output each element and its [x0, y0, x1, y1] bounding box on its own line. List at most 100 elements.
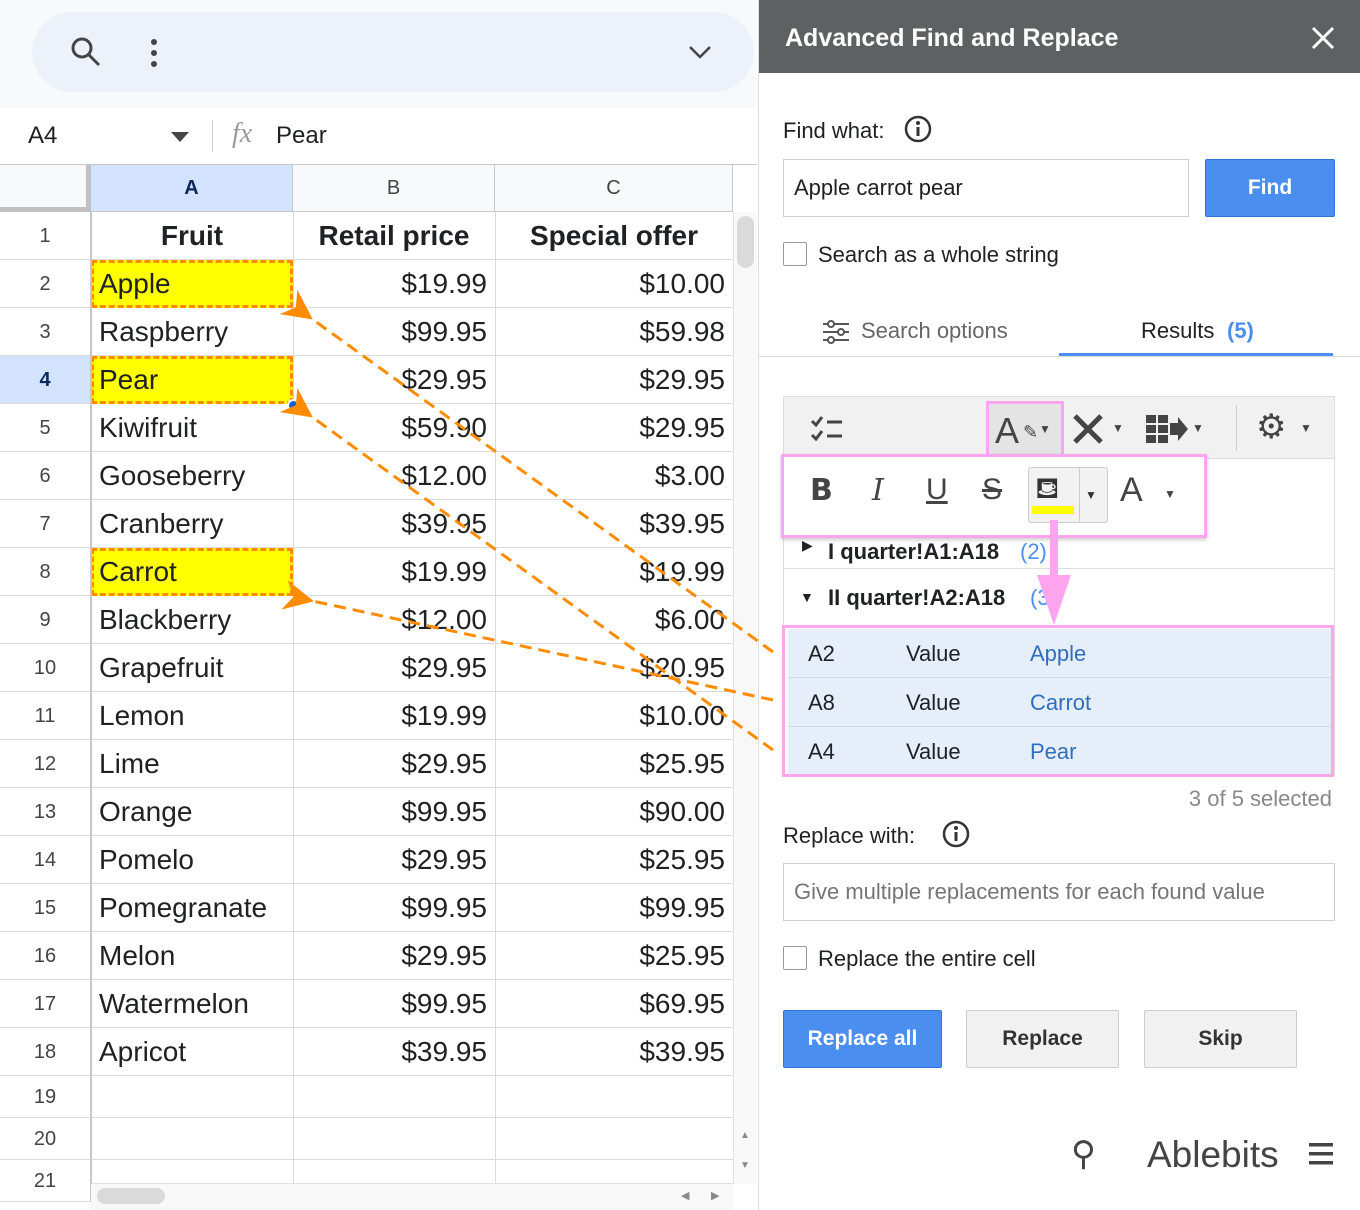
- dropdown-arrow-icon[interactable]: ▼: [1085, 488, 1097, 502]
- special-offer-cell[interactable]: $19.99: [495, 548, 733, 596]
- retail-price-cell[interactable]: $99.95: [293, 788, 495, 836]
- row-header[interactable]: 11: [0, 692, 91, 740]
- row-header[interactable]: 5: [0, 404, 91, 452]
- checklist-icon[interactable]: [810, 415, 844, 441]
- special-offer-cell[interactable]: $90.00: [495, 788, 733, 836]
- entire-cell-checkbox[interactable]: [783, 946, 807, 970]
- fruit-cell[interactable]: Lemon: [91, 692, 293, 740]
- row-header[interactable]: 21: [0, 1160, 91, 1202]
- column-header-c[interactable]: C: [495, 165, 733, 212]
- header-cell[interactable]: Special offer: [495, 212, 733, 260]
- fruit-cell[interactable]: Carrot: [91, 548, 293, 596]
- fruit-cell[interactable]: Blackberry: [91, 596, 293, 644]
- retail-price-cell[interactable]: $59.90: [293, 404, 495, 452]
- fruit-cell[interactable]: Kiwifruit: [91, 404, 293, 452]
- dropdown-arrow-icon[interactable]: ▼: [1164, 487, 1176, 501]
- row-header[interactable]: 1: [0, 212, 91, 260]
- export-icon[interactable]: [1146, 415, 1188, 443]
- retail-price-cell[interactable]: $29.95: [293, 644, 495, 692]
- fruit-cell[interactable]: Apple: [91, 260, 293, 308]
- menu-icon[interactable]: [1309, 1143, 1333, 1165]
- special-offer-cell[interactable]: $25.95: [495, 836, 733, 884]
- horizontal-scrollbar[interactable]: ◀ ▶: [91, 1183, 733, 1210]
- fill-handle[interactable]: [287, 399, 300, 412]
- more-vert-icon[interactable]: [148, 38, 160, 68]
- scroll-right-icon[interactable]: ▶: [711, 1189, 719, 1202]
- retail-price-cell[interactable]: $39.95: [293, 500, 495, 548]
- scrollbar-thumb[interactable]: [737, 216, 754, 268]
- retail-price-cell[interactable]: $99.95: [293, 308, 495, 356]
- dropdown-arrow-icon[interactable]: ▼: [1112, 421, 1124, 435]
- row-header[interactable]: 20: [0, 1118, 91, 1160]
- fruit-cell[interactable]: Pear: [91, 356, 293, 404]
- row-header[interactable]: 14: [0, 836, 91, 884]
- row-header[interactable]: 4: [0, 356, 91, 404]
- special-offer-cell[interactable]: $20.95: [495, 644, 733, 692]
- special-offer-cell[interactable]: $59.98: [495, 308, 733, 356]
- select-all-corner[interactable]: [0, 165, 91, 212]
- row-header[interactable]: 15: [0, 884, 91, 932]
- retail-price-cell[interactable]: $99.95: [293, 884, 495, 932]
- header-cell[interactable]: Retail price: [293, 212, 495, 260]
- vertical-scrollbar[interactable]: ▲ ▼: [733, 212, 757, 1184]
- row-header[interactable]: 10: [0, 644, 91, 692]
- scroll-up-icon[interactable]: ▲: [740, 1130, 750, 1141]
- find-input[interactable]: Apple carrot pear: [783, 159, 1189, 217]
- fruit-cell[interactable]: Raspberry: [91, 308, 293, 356]
- delete-x-icon[interactable]: [1072, 413, 1104, 445]
- header-cell[interactable]: Fruit: [91, 212, 293, 260]
- replace-all-button[interactable]: Replace all: [783, 1010, 942, 1068]
- retail-price-cell[interactable]: $12.00: [293, 596, 495, 644]
- special-offer-cell[interactable]: $10.00: [495, 692, 733, 740]
- hscrollbar-thumb[interactable]: [97, 1188, 165, 1204]
- search-icon[interactable]: [70, 36, 102, 68]
- row-header[interactable]: 13: [0, 788, 91, 836]
- special-offer-cell[interactable]: $25.95: [495, 932, 733, 980]
- whole-string-checkbox[interactable]: [783, 242, 807, 266]
- fruit-cell[interactable]: Gooseberry: [91, 452, 293, 500]
- special-offer-cell[interactable]: $10.00: [495, 260, 733, 308]
- fruit-cell[interactable]: Pomegranate: [91, 884, 293, 932]
- row-header[interactable]: 9: [0, 596, 91, 644]
- fruit-cell[interactable]: Apricot: [91, 1028, 293, 1076]
- special-offer-cell[interactable]: $29.95: [495, 404, 733, 452]
- retail-price-cell[interactable]: $12.00: [293, 452, 495, 500]
- gear-icon[interactable]: ⚙: [1256, 407, 1286, 447]
- skip-button[interactable]: Skip: [1144, 1010, 1297, 1068]
- row-header[interactable]: 7: [0, 500, 91, 548]
- dropdown-arrow-icon[interactable]: ▼: [1300, 421, 1312, 435]
- row-header[interactable]: 16: [0, 932, 91, 980]
- fruit-cell[interactable]: Grapefruit: [91, 644, 293, 692]
- row-header[interactable]: 8: [0, 548, 91, 596]
- fruit-cell[interactable]: Lime: [91, 740, 293, 788]
- find-button[interactable]: Find: [1205, 159, 1335, 217]
- scroll-left-icon[interactable]: ◀: [681, 1189, 689, 1202]
- retail-price-cell[interactable]: $29.95: [293, 932, 495, 980]
- special-offer-cell[interactable]: $3.00: [495, 452, 733, 500]
- tab-results[interactable]: Results (5): [1059, 300, 1333, 356]
- retail-price-cell[interactable]: $29.95: [293, 740, 495, 788]
- fruit-cell[interactable]: Watermelon: [91, 980, 293, 1028]
- help-icon[interactable]: ⚲: [1071, 1134, 1096, 1174]
- fruit-cell[interactable]: Pomelo: [91, 836, 293, 884]
- fruit-cell[interactable]: Cranberry: [91, 500, 293, 548]
- special-offer-cell[interactable]: $39.95: [495, 500, 733, 548]
- underline-button[interactable]: U: [926, 473, 948, 507]
- dropdown-arrow-icon[interactable]: [171, 132, 189, 142]
- tab-search-options[interactable]: Search options: [759, 300, 1059, 356]
- scroll-down-icon[interactable]: ▼: [740, 1160, 750, 1171]
- name-box[interactable]: A4: [28, 122, 57, 150]
- special-offer-cell[interactable]: $6.00: [495, 596, 733, 644]
- column-header-b[interactable]: B: [293, 165, 495, 212]
- font-color-button[interactable]: A: [1120, 471, 1143, 510]
- fruit-cell[interactable]: Orange: [91, 788, 293, 836]
- info-icon[interactable]: [903, 114, 933, 144]
- strikethrough-button[interactable]: S: [982, 473, 1002, 507]
- special-offer-cell[interactable]: $69.95: [495, 980, 733, 1028]
- row-header[interactable]: 6: [0, 452, 91, 500]
- row-header[interactable]: 3: [0, 308, 91, 356]
- replace-button[interactable]: Replace: [966, 1010, 1119, 1068]
- chevron-down-icon[interactable]: [688, 44, 712, 60]
- retail-price-cell[interactable]: $29.95: [293, 836, 495, 884]
- italic-button[interactable]: I: [872, 473, 884, 508]
